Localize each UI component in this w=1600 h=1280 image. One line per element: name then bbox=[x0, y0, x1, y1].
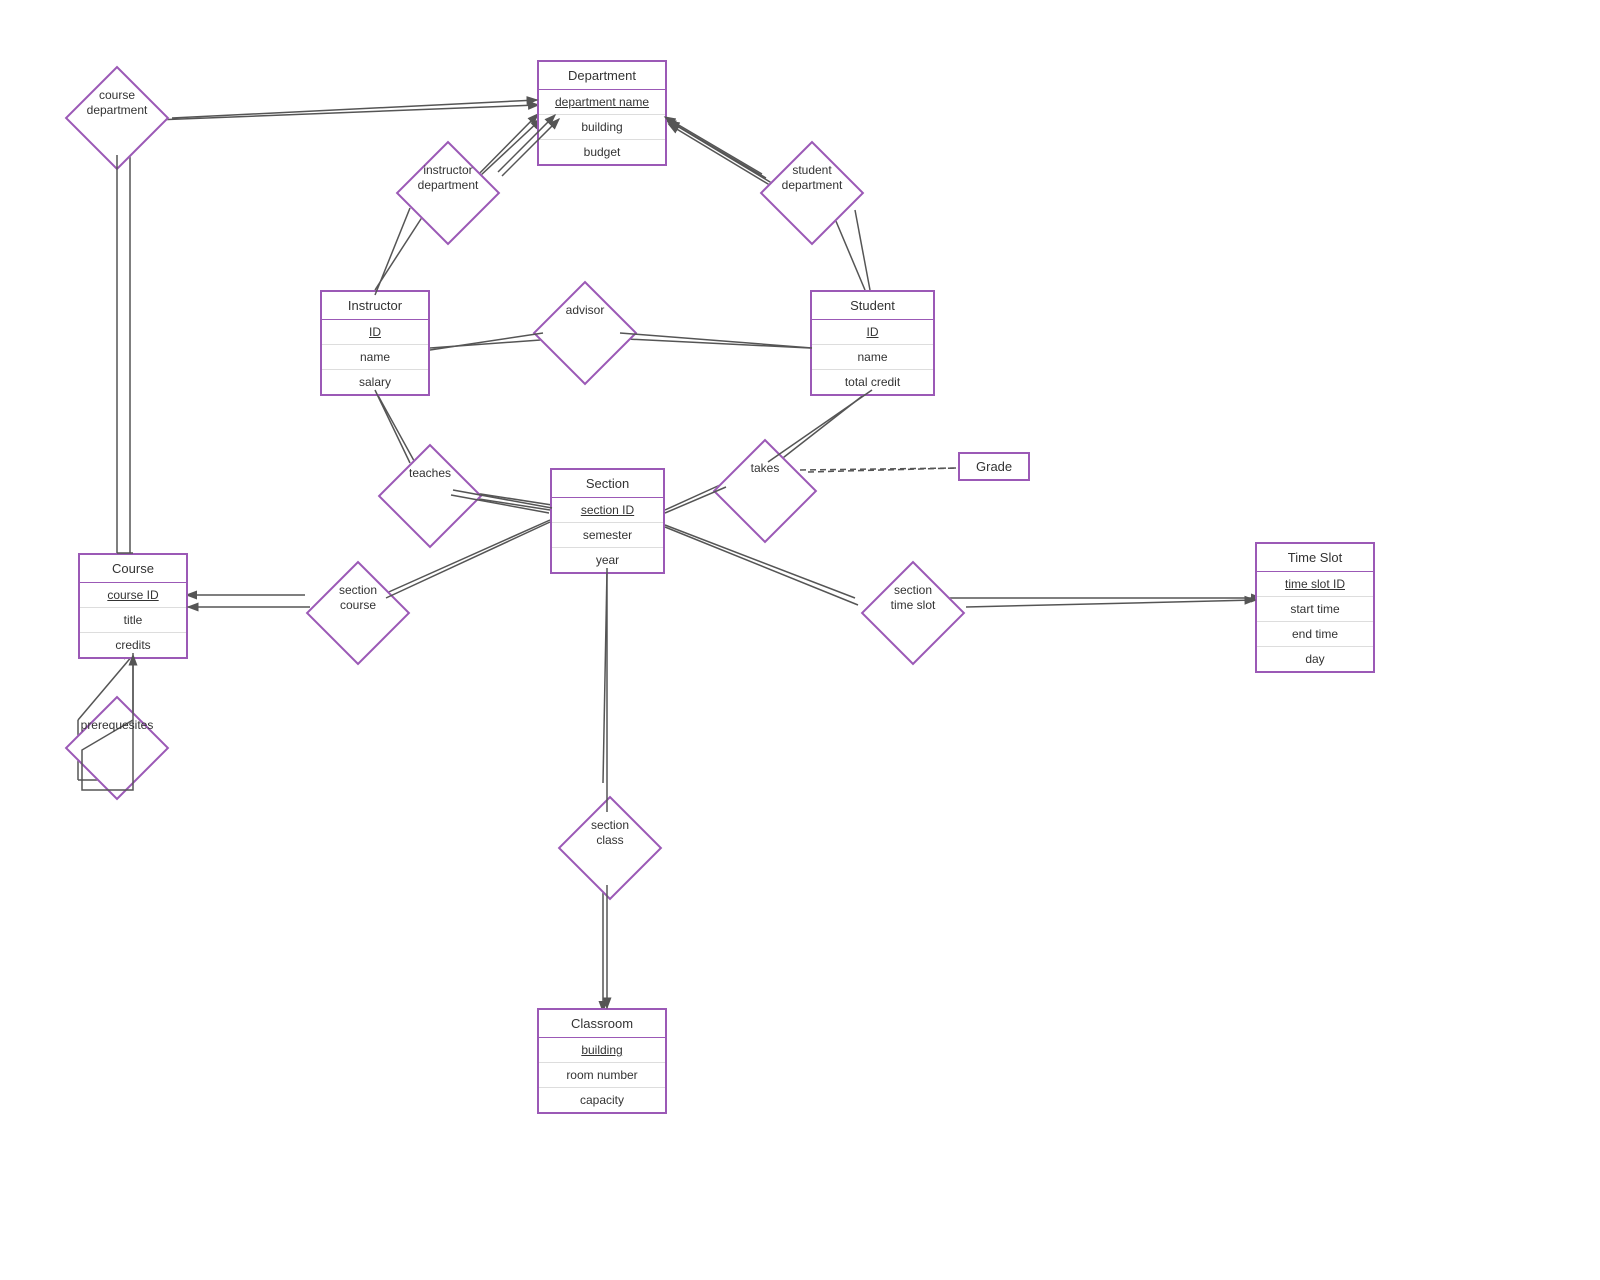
entity-instructor-title: Instructor bbox=[322, 292, 428, 320]
entity-instructor-attr-id: ID bbox=[322, 320, 428, 345]
entity-department-title: Department bbox=[539, 62, 665, 90]
grade-box: Grade bbox=[958, 452, 1030, 481]
diamond-student-dept: studentdepartment bbox=[757, 155, 867, 230]
entity-course: Course course ID title credits bbox=[78, 553, 188, 659]
entity-student-attr-name: name bbox=[812, 345, 933, 370]
entity-timeslot-attr-end: end time bbox=[1257, 622, 1373, 647]
entity-instructor-attr-name: name bbox=[322, 345, 428, 370]
entity-student-attr-credit: total credit bbox=[812, 370, 933, 394]
diamond-section-class: sectionclass bbox=[565, 810, 655, 885]
entity-course-attr-title: title bbox=[80, 608, 186, 633]
entity-department: Department department name building budg… bbox=[537, 60, 667, 166]
entity-instructor-attr-salary: salary bbox=[322, 370, 428, 394]
diamond-course-dept: coursedepartment bbox=[62, 80, 172, 155]
entity-student-attr-id: ID bbox=[812, 320, 933, 345]
entity-timeslot: Time Slot time slot ID start time end ti… bbox=[1255, 542, 1375, 673]
entity-student: Student ID name total credit bbox=[810, 290, 935, 396]
entity-department-attr-building: building bbox=[539, 115, 665, 140]
entity-classroom-attr-room: room number bbox=[539, 1063, 665, 1088]
diamond-advisor: advisor bbox=[540, 295, 630, 370]
entity-section: Section section ID semester year bbox=[550, 468, 665, 574]
diamond-takes: takes bbox=[720, 453, 810, 528]
diamond-section-timeslot: sectiontime slot bbox=[858, 575, 968, 650]
entity-section-attr-semester: semester bbox=[552, 523, 663, 548]
entity-student-title: Student bbox=[812, 292, 933, 320]
entity-section-title: Section bbox=[552, 470, 663, 498]
diamond-teaches: teaches bbox=[385, 458, 475, 533]
entity-timeslot-attr-start: start time bbox=[1257, 597, 1373, 622]
entity-classroom: Classroom building room number capacity bbox=[537, 1008, 667, 1114]
grade-label: Grade bbox=[976, 459, 1012, 474]
entity-course-title: Course bbox=[80, 555, 186, 583]
diamond-section-course: sectioncourse bbox=[308, 575, 408, 650]
entity-department-attr-budget: budget bbox=[539, 140, 665, 164]
entity-department-attr-name: department name bbox=[539, 90, 665, 115]
entity-timeslot-title: Time Slot bbox=[1257, 544, 1373, 572]
diamond-instructor-dept: instructordepartment bbox=[393, 155, 503, 230]
entity-classroom-attr-building: building bbox=[539, 1038, 665, 1063]
entity-timeslot-attr-id: time slot ID bbox=[1257, 572, 1373, 597]
entity-section-attr-id: section ID bbox=[552, 498, 663, 523]
entity-instructor: Instructor ID name salary bbox=[320, 290, 430, 396]
entity-course-attr-credits: credits bbox=[80, 633, 186, 657]
diamond-prereq: prerequesites bbox=[62, 710, 172, 785]
entity-classroom-attr-capacity: capacity bbox=[539, 1088, 665, 1112]
entity-course-attr-id: course ID bbox=[80, 583, 186, 608]
entity-section-attr-year: year bbox=[552, 548, 663, 572]
entity-timeslot-attr-day: day bbox=[1257, 647, 1373, 671]
entity-classroom-title: Classroom bbox=[539, 1010, 665, 1038]
